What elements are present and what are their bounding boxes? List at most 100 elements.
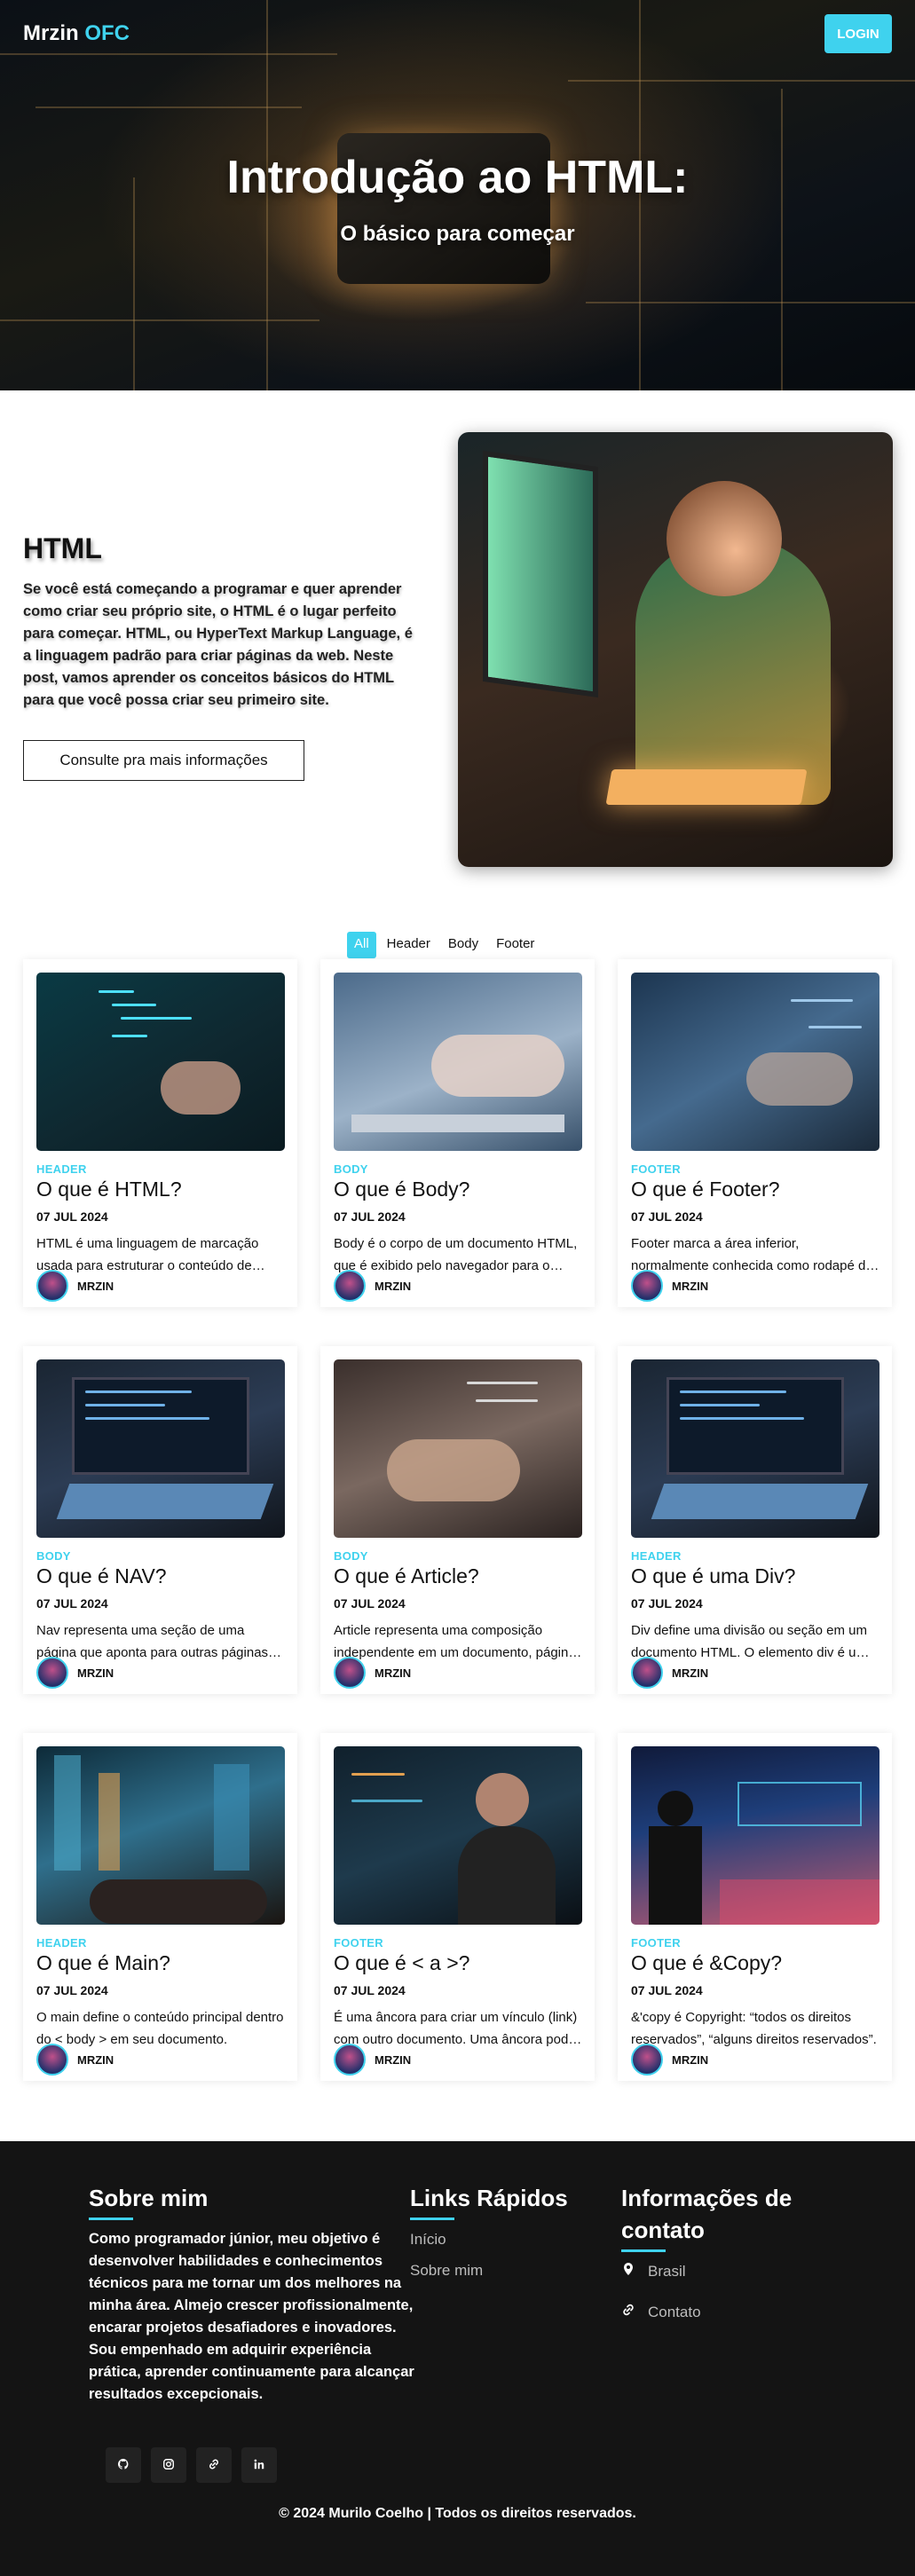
post-card[interactable]: HEADER O que é HTML? 07 JUL 2024 HTML é … (23, 959, 297, 1307)
post-date: 07 JUL 2024 (36, 1209, 108, 1224)
brand-logo[interactable]: Mrzin OFC (23, 21, 130, 46)
about-title: Sobre mim (89, 2185, 209, 2211)
author-avatar (334, 1270, 366, 1302)
post-category: HEADER (36, 1936, 87, 1950)
author-avatar (631, 1270, 663, 1302)
post-category: HEADER (631, 1549, 682, 1563)
intro-text: Se você está começando a programar e que… (23, 581, 413, 708)
author-avatar (631, 2044, 663, 2076)
filter-body[interactable]: Body (441, 932, 485, 958)
contact-title-underline (621, 2249, 666, 2252)
hero-title: Introdução ao HTML: (226, 152, 689, 203)
post-thumbnail (631, 973, 880, 1151)
post-card[interactable]: FOOTER O que é &Copy? 07 JUL 2024 &'copy… (618, 1733, 892, 2081)
intro-heading: HTML (23, 532, 102, 564)
linkedin-button[interactable] (241, 2447, 277, 2483)
post-category: FOOTER (631, 1936, 681, 1950)
post-category: FOOTER (631, 1162, 681, 1176)
instagram-icon (162, 2457, 175, 2474)
post-card[interactable]: FOOTER O que é Footer? 07 JUL 2024 Foote… (618, 959, 892, 1307)
link-button[interactable] (196, 2447, 232, 2483)
about-title-underline (89, 2218, 133, 2220)
author-avatar (36, 1657, 68, 1689)
post-author: MRZIN (375, 2053, 412, 2067)
post-card[interactable]: HEADER O que é uma Div? 07 JUL 2024 Div … (618, 1346, 892, 1694)
post-title[interactable]: O que é Footer? (631, 1178, 780, 1201)
location-pin-icon (621, 2262, 635, 2281)
post-title[interactable]: O que é NAV? (36, 1564, 167, 1588)
post-date: 07 JUL 2024 (631, 1596, 703, 1611)
post-thumbnail (334, 1359, 582, 1538)
more-info-button[interactable]: Consulte pra mais informações (23, 740, 304, 781)
post-title[interactable]: O que é Main? (36, 1951, 170, 1975)
post-category: FOOTER (334, 1936, 383, 1950)
footer-link-inicio[interactable]: Início (410, 2231, 446, 2249)
filter-all[interactable]: All (347, 932, 376, 958)
post-thumbnail (334, 1746, 582, 1925)
post-thumbnail (36, 1359, 285, 1538)
contact-link-text: Contato (648, 2303, 701, 2320)
post-date: 07 JUL 2024 (334, 1596, 406, 1611)
post-title[interactable]: O que é < a >? (334, 1951, 469, 1975)
intro-illustration (458, 432, 893, 867)
post-thumbnail (36, 1746, 285, 1925)
contact-title: Informações de contato (621, 2182, 792, 2246)
footer-link-sobre-mim[interactable]: Sobre mim (410, 2262, 483, 2280)
quick-links-title: Links Rápidos (410, 2185, 568, 2211)
contact-title-line1: Informações de (621, 2185, 793, 2211)
post-excerpt: Body é o corpo de um documento HTML, que… (334, 1236, 578, 1273)
post-excerpt: O main define o conteúdo principal dentr… (36, 2010, 284, 2047)
author-avatar (334, 1657, 366, 1689)
contact-title-line2: contato (621, 2217, 705, 2243)
filter-footer[interactable]: Footer (489, 932, 541, 958)
linkedin-icon (253, 2457, 265, 2474)
hero-subtitle: O básico para começar (340, 222, 575, 246)
github-button[interactable] (106, 2447, 141, 2483)
link-icon (621, 2303, 635, 2321)
brand-main: Mrzin (23, 21, 79, 45)
post-card[interactable]: BODY O que é NAV? 07 JUL 2024 Nav repres… (23, 1346, 297, 1694)
post-author: MRZIN (672, 1666, 709, 1680)
category-filter-bar: All Header Body Footer (347, 932, 541, 958)
post-card[interactable]: BODY O que é Article? 07 JUL 2024 Articl… (320, 1346, 595, 1694)
post-title[interactable]: O que é HTML? (36, 1178, 182, 1201)
post-card[interactable]: FOOTER O que é < a >? 07 JUL 2024 É uma … (320, 1733, 595, 2081)
post-excerpt: É uma âncora para criar um vínculo (link… (334, 2010, 578, 2047)
post-author: MRZIN (375, 1280, 412, 1293)
post-title[interactable]: O que é Article? (334, 1564, 479, 1588)
post-excerpt: Article representa uma composição indepe… (334, 1623, 576, 1660)
post-thumbnail (631, 1359, 880, 1538)
post-thumbnail (36, 973, 285, 1151)
post-author: MRZIN (77, 1666, 114, 1680)
post-excerpt: &'copy é Copyright: “todos os direitos r… (631, 2010, 877, 2047)
post-card[interactable]: BODY O que é Body? 07 JUL 2024 Body é o … (320, 959, 595, 1307)
author-avatar (36, 1270, 68, 1302)
instagram-button[interactable] (151, 2447, 186, 2483)
contact-link[interactable]: Contato (621, 2303, 701, 2321)
post-author: MRZIN (672, 2053, 709, 2067)
post-card[interactable]: HEADER O que é Main? 07 JUL 2024 O main … (23, 1733, 297, 2081)
post-date: 07 JUL 2024 (631, 1983, 703, 1997)
post-author: MRZIN (672, 1280, 709, 1293)
quick-links-underline (410, 2218, 454, 2220)
author-avatar (631, 1657, 663, 1689)
brand-accent: OFC (84, 21, 130, 45)
author-avatar (36, 2044, 68, 2076)
post-date: 07 JUL 2024 (36, 1596, 108, 1611)
post-date: 07 JUL 2024 (631, 1209, 703, 1224)
post-title[interactable]: O que é Body? (334, 1178, 469, 1201)
post-date: 07 JUL 2024 (36, 1983, 108, 1997)
post-author: MRZIN (77, 1280, 114, 1293)
location-text: Brasil (648, 2262, 686, 2280)
filter-header[interactable]: Header (380, 932, 438, 958)
post-date: 07 JUL 2024 (334, 1983, 406, 1997)
post-excerpt: HTML é uma linguagem de marcação usada p… (36, 1236, 259, 1273)
post-category: BODY (334, 1549, 368, 1563)
github-icon (117, 2457, 130, 2474)
post-excerpt: Nav representa uma seção de uma página q… (36, 1623, 269, 1660)
post-author: MRZIN (77, 2053, 114, 2067)
post-title[interactable]: O que é uma Div? (631, 1564, 795, 1588)
login-button[interactable]: LOGIN (824, 14, 892, 53)
post-title[interactable]: O que é &Copy? (631, 1951, 782, 1975)
copyright-text: © 2024 Murilo Coelho | Todos os direitos… (279, 2506, 636, 2521)
